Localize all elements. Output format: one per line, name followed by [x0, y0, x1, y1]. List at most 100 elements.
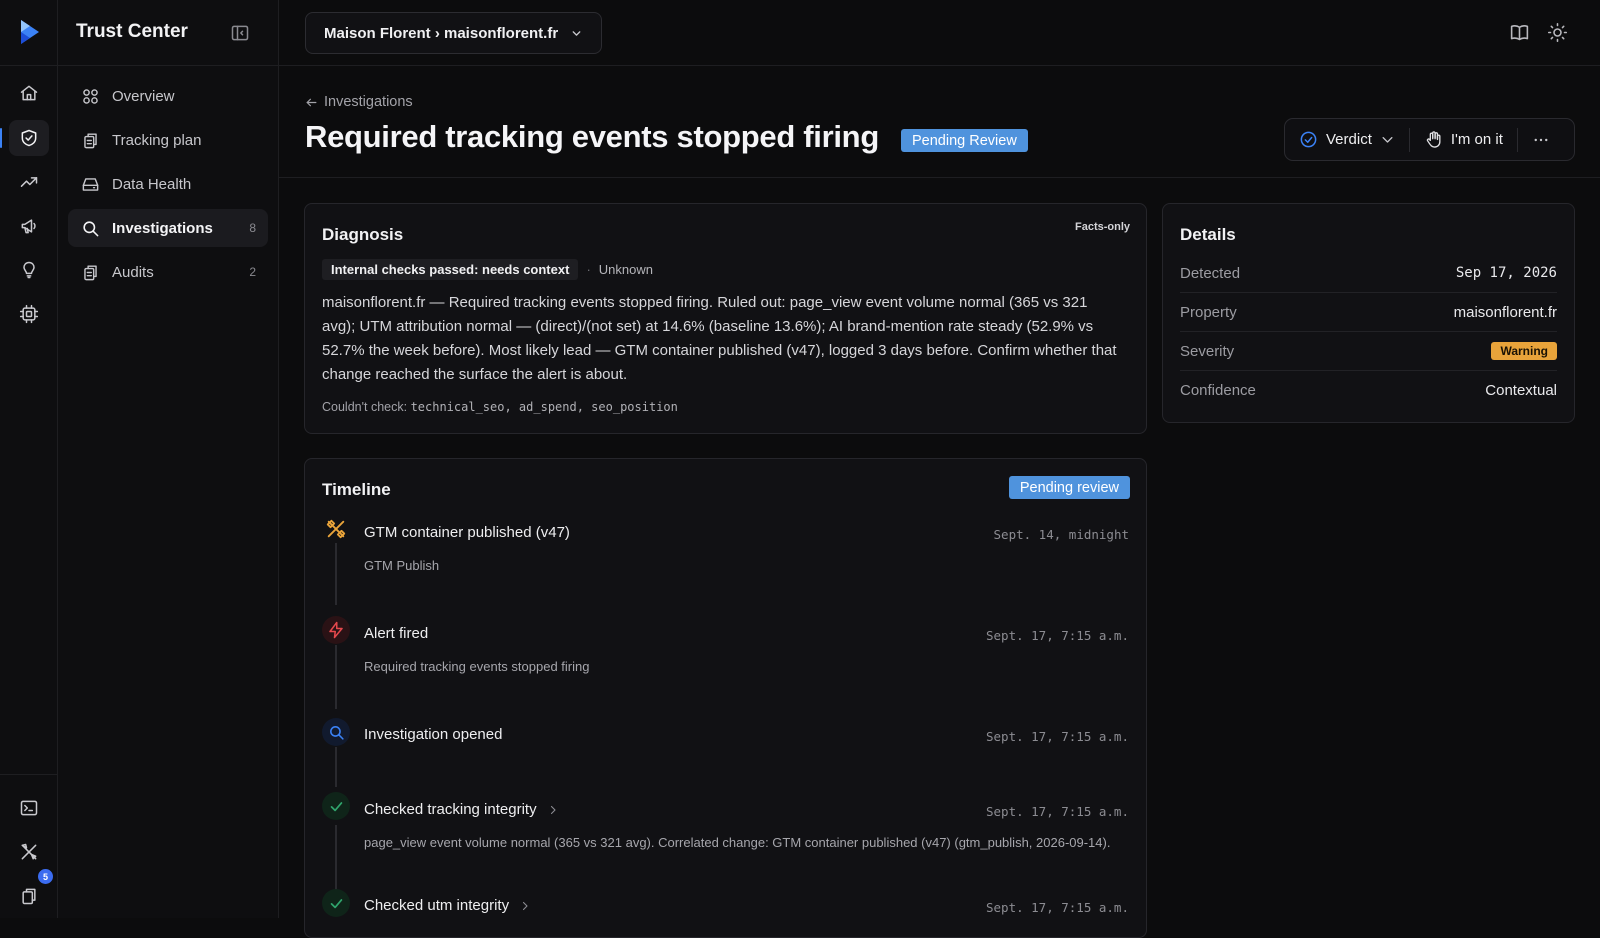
timeline-event-detail: page_view event volume normal (365 vs 32… [364, 835, 1111, 850]
timeline-connector [335, 747, 337, 787]
timeline-event-time: Sept. 17, 7:15 a.m. [986, 900, 1129, 915]
chevron-right-icon [519, 899, 531, 913]
timeline-event-time: Sept. 17, 7:15 a.m. [986, 804, 1129, 819]
sun-icon[interactable] [1547, 22, 1568, 43]
check-circle-icon [1299, 130, 1318, 149]
header-divider [279, 177, 1600, 178]
detail-label: Detected [1180, 264, 1241, 282]
property-switcher-label: Maison Florent › maisonflorent.fr [324, 24, 559, 42]
timeline-event-expand[interactable]: Checked tracking integrity [364, 801, 559, 818]
timeline-event-time: Sept. 17, 7:15 a.m. [986, 628, 1129, 643]
detail-row-property: Property maisonflorent.fr [1180, 293, 1557, 332]
timeline-event-title: Checked tracking integrity [364, 801, 537, 818]
diagnosis-title: Diagnosis [322, 225, 404, 244]
overview-icon [80, 86, 100, 106]
book-icon[interactable] [1509, 22, 1530, 43]
search-icon [80, 218, 100, 238]
timeline-title: Timeline [322, 480, 391, 499]
details-card: Details Detected Sep 17, 2026 Property m… [1162, 203, 1575, 423]
sidebar-divider [58, 65, 279, 66]
lightbulb-icon[interactable] [9, 252, 49, 288]
status-badge: Pending Review [901, 129, 1028, 152]
back-to-investigations-link[interactable]: Investigations [305, 94, 413, 110]
timeline-connector [335, 645, 337, 709]
search-icon [322, 718, 350, 746]
logo-icon[interactable] [17, 18, 43, 46]
rail-active-indicator [0, 128, 2, 148]
shield-icon[interactable] [9, 120, 49, 156]
rail-divider [0, 774, 58, 775]
timeline-event-expand[interactable]: Checked utm integrity [364, 897, 531, 914]
diagnosis-body: maisonflorent.fr — Required tracking eve… [322, 294, 1117, 383]
investigation-actions: Verdict I'm on it [1284, 118, 1575, 161]
timeline-event-time: Sept. 14, midnight [993, 527, 1129, 542]
sidebar-item-investigations[interactable]: Investigations 8 [68, 209, 268, 247]
detail-label: Confidence [1180, 382, 1256, 399]
drive-icon [80, 174, 100, 194]
more-options-button[interactable] [1518, 119, 1564, 160]
unchecked-sources: Couldn't check: technical_seo, ad_spend,… [322, 400, 678, 414]
sidebar-item-label: Audits [112, 263, 154, 281]
check-icon [322, 792, 350, 820]
chip-icon[interactable] [9, 296, 49, 332]
detail-row-severity: Severity Warning [1180, 332, 1557, 371]
back-link-label: Investigations [324, 94, 413, 110]
sidebar-item-audits[interactable]: Audits 2 [68, 253, 268, 291]
arrow-left-icon [305, 96, 318, 109]
sidebar-item-label: Investigations [112, 219, 213, 237]
timeline-status-badge: Pending review [1008, 476, 1130, 499]
detail-value: Sep 17, 2026 [1455, 265, 1557, 281]
facts-only-badge: Facts-only [1074, 221, 1130, 233]
chevron-down-icon [570, 27, 583, 40]
trending-up-icon[interactable] [9, 164, 49, 200]
sidebar-collapse-icon[interactable] [230, 23, 250, 43]
rail-divider [0, 65, 58, 66]
verdict-label: Verdict [1326, 131, 1372, 148]
timeline-event-detail: Required tracking events stopped firing [364, 659, 590, 674]
timeline-connector [335, 825, 337, 891]
detail-row-detected: Detected Sep 17, 2026 [1180, 254, 1557, 293]
clipboard-icon [80, 262, 100, 282]
sidebar-item-count: 2 [249, 265, 256, 279]
timeline-event-detail: GTM Publish [364, 558, 440, 573]
unchecked-list: technical_seo, ad_spend, seo_position [410, 400, 678, 414]
diagnosis-card: Diagnosis Facts-only Internal checks pas… [304, 203, 1147, 434]
notification-badge: 5 [38, 869, 53, 884]
check-icon [322, 889, 350, 917]
home-icon[interactable] [9, 75, 49, 111]
details-title: Details [1180, 225, 1236, 244]
lightning-icon [322, 616, 350, 644]
timeline-event-time: Sept. 17, 7:15 a.m. [986, 729, 1129, 744]
chevron-down-icon [1380, 132, 1395, 147]
diagnosis-status-tag: Internal checks passed: needs context [322, 259, 579, 280]
tag-separator: · [586, 262, 591, 277]
tools-icon [322, 515, 350, 543]
tools-icon[interactable] [9, 834, 49, 870]
more-horizontal-icon [1532, 131, 1550, 149]
sidebar-item-count: 8 [249, 221, 256, 235]
sidebar-item-data-health[interactable]: Data Health [68, 165, 268, 203]
sidebar-item-label: Tracking plan [112, 131, 202, 149]
timeline-event-title: GTM container published (v47) [364, 524, 570, 541]
detail-label: Severity [1180, 342, 1235, 360]
top-bar: Maison Florent › maisonflorent.fr [279, 0, 1600, 66]
claim-label: I'm on it [1450, 131, 1503, 148]
sidebar-item-overview[interactable]: Overview [68, 77, 268, 115]
timeline-event-title: Alert fired [364, 625, 429, 642]
chevron-right-icon [547, 803, 559, 817]
severity-badge: Warning [1491, 342, 1557, 360]
megaphone-icon[interactable] [9, 208, 49, 244]
property-switcher[interactable]: Maison Florent › maisonflorent.fr [305, 12, 602, 54]
verdict-dropdown[interactable]: Verdict [1285, 119, 1409, 160]
clipboard-icon [80, 130, 100, 150]
unchecked-label: Couldn't check: [322, 400, 408, 414]
diagnosis-cause-tag: Unknown [598, 262, 653, 277]
detail-value: maisonflorent.fr [1453, 303, 1557, 321]
terminal-icon[interactable] [9, 790, 49, 826]
detail-label: Property [1180, 303, 1237, 321]
sidebar-item-label: Data Health [112, 175, 192, 193]
sidebar-item-tracking-plan[interactable]: Tracking plan [68, 121, 268, 159]
claim-button[interactable]: I'm on it [1410, 119, 1517, 160]
diagnosis-tags: Internal checks passed: needs context · … [322, 259, 653, 280]
timeline-event-title: Checked utm integrity [364, 897, 510, 914]
